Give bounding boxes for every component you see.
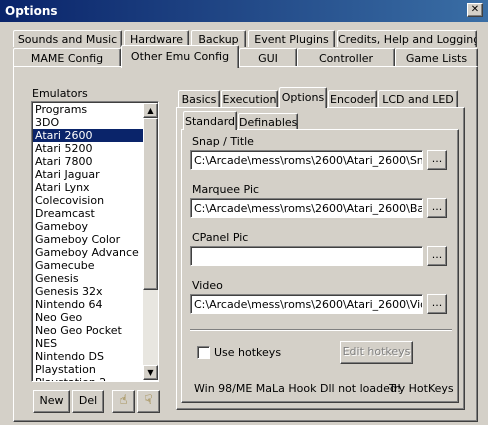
list-item[interactable]: Genesis [33, 272, 143, 285]
tab-credits-help-logging[interactable]: Credits, Help and Logging [337, 30, 477, 47]
emulators-scrollbar[interactable]: ▲ ▼ [143, 103, 158, 380]
video-label: Video [192, 279, 223, 292]
tab-standard[interactable]: Standard [183, 111, 237, 130]
new-emulator-button[interactable]: New [33, 390, 70, 413]
tab-definables[interactable]: Definables [238, 113, 298, 129]
list-item[interactable]: Colecovision [33, 194, 143, 207]
tab-sounds-and-music[interactable]: Sounds and Music [13, 30, 122, 47]
list-item[interactable]: Nintendo DS [33, 350, 143, 363]
scroll-down-button[interactable]: ▼ [143, 365, 158, 380]
list-item[interactable]: Atari Jaguar [33, 168, 143, 181]
list-item[interactable]: Nintendo 64 [33, 298, 143, 311]
scroll-up-icon: ▲ [147, 106, 154, 115]
try-hotkeys-link[interactable]: Try HotKeys [389, 382, 454, 395]
tab-encoder[interactable]: Encoder [328, 90, 377, 107]
list-item[interactable]: Playstation [33, 363, 143, 376]
list-item[interactable]: Gameboy [33, 220, 143, 233]
list-item[interactable]: Atari 5200 [33, 142, 143, 155]
tab-execution[interactable]: Execution [221, 90, 278, 107]
tab-basics[interactable]: Basics [178, 90, 220, 107]
list-item[interactable]: Gamecube [33, 259, 143, 272]
hook-status-text: Win 98/ME MaLa Hook Dll not loaded! [194, 382, 402, 395]
video-field[interactable]: C:\Arcade\mess\roms\2600\Atari_2600\Vide… [190, 294, 423, 314]
list-item[interactable]: Atari 7800 [33, 155, 143, 168]
tab-event-plugins[interactable]: Event Plugins [248, 30, 335, 47]
hand-up-icon: ☝ [119, 393, 128, 408]
use-hotkeys-checkbox[interactable] [197, 346, 210, 359]
marquee-pic-label: Marquee Pic [192, 183, 260, 196]
scroll-up-button[interactable]: ▲ [143, 103, 158, 118]
cpanel-pic-browse-button[interactable]: ... [427, 246, 447, 266]
emulators-label: Emulators [32, 87, 88, 100]
snap-title-label: Snap / Title [192, 135, 254, 148]
snap-title-browse-button[interactable]: ... [427, 150, 447, 170]
list-item[interactable]: Atari 2600 [33, 129, 143, 142]
close-button[interactable]: ✕ [467, 3, 483, 17]
window-title: Options [5, 4, 58, 18]
list-item[interactable]: Neo Geo Pocket [33, 324, 143, 337]
list-item[interactable]: Playstation 2 [33, 376, 143, 381]
tab-controller[interactable]: Controller [297, 48, 395, 66]
edit-hotkeys-button[interactable]: Edit hotkeys [340, 341, 413, 364]
list-item[interactable]: Programs [33, 103, 143, 116]
tab-lcd-and-led[interactable]: LCD and LED [378, 90, 458, 107]
standard-tab-panel [181, 129, 459, 403]
cpanel-pic-label: CPanel Pic [192, 231, 249, 244]
move-down-button[interactable]: ☟ [137, 390, 160, 413]
separator [190, 329, 452, 331]
close-icon: ✕ [470, 4, 480, 15]
list-item[interactable]: Gameboy Advance [33, 246, 143, 259]
list-item[interactable]: Dreamcast [33, 207, 143, 220]
list-item[interactable]: 3DO [33, 116, 143, 129]
scroll-down-icon: ▼ [147, 368, 154, 377]
delete-emulator-button[interactable]: Del [72, 390, 104, 413]
hand-down-icon: ☟ [144, 393, 153, 408]
tab-mame-config[interactable]: MAME Config [13, 48, 121, 66]
tab-options[interactable]: Options [279, 87, 327, 108]
list-item[interactable]: Genesis 32x [33, 285, 143, 298]
use-hotkeys-label[interactable]: Use hotkeys [214, 346, 281, 359]
marquee-pic-browse-button[interactable]: ... [427, 198, 447, 218]
list-item[interactable]: Atari Lynx [33, 181, 143, 194]
tab-other-emu-config[interactable]: Other Emu Config [121, 45, 239, 68]
snap-title-field[interactable]: C:\Arcade\mess\roms\2600\Atari_2600\Snap [190, 150, 423, 170]
tab-game-lists[interactable]: Game Lists [395, 48, 478, 66]
marquee-pic-field[interactable]: C:\Arcade\mess\roms\2600\Atari_2600\Bann… [190, 198, 423, 218]
scroll-thumb[interactable] [143, 118, 158, 290]
list-item[interactable]: Gameboy Color [33, 233, 143, 246]
tab-gui[interactable]: GUI [239, 48, 297, 66]
list-item[interactable]: Neo Geo [33, 311, 143, 324]
cpanel-pic-field[interactable] [190, 246, 423, 266]
title-bar: Options ✕ [0, 0, 488, 22]
emulators-listbox[interactable]: Programs 3DO Atari 2600 Atari 5200 Atari 780… [31, 101, 159, 382]
video-browse-button[interactable]: ... [427, 294, 447, 314]
list-item[interactable]: NES [33, 337, 143, 350]
move-up-button[interactable]: ☝ [112, 390, 135, 413]
